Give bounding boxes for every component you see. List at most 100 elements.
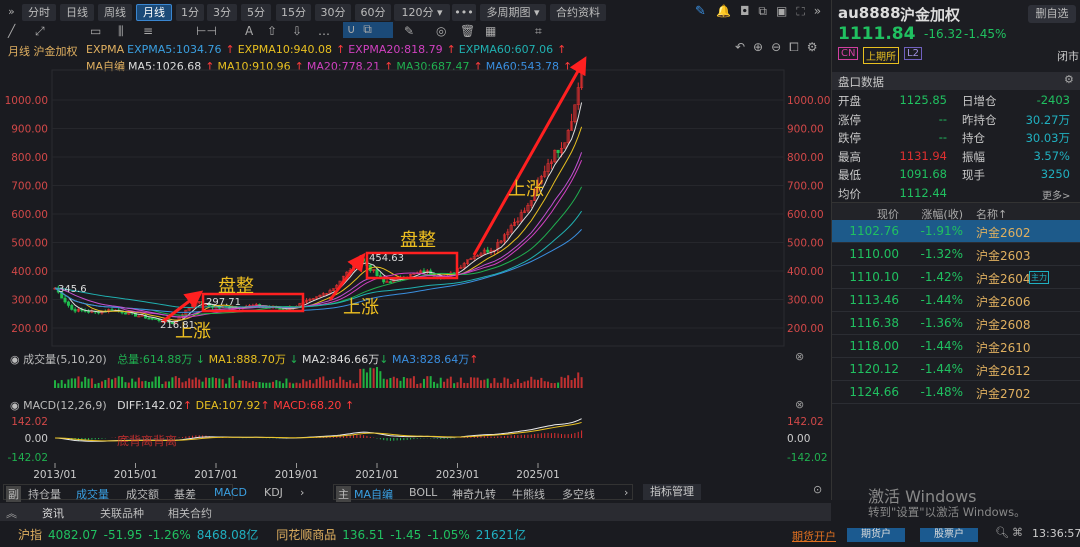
close-volume-icon[interactable]: ⊗ — [795, 350, 804, 363]
info-tab[interactable]: 相关合约 — [168, 505, 212, 521]
macd-y-label-left: 142.02 — [11, 416, 48, 428]
volume-bar — [154, 376, 157, 388]
price-change: -16.32 — [924, 27, 963, 41]
candle — [73, 309, 77, 312]
settings-icon[interactable]: ⚙ — [1064, 73, 1074, 86]
candle — [87, 311, 91, 313]
ma-line — [54, 102, 583, 323]
volume-bar — [285, 378, 288, 388]
volume-bar — [376, 367, 378, 388]
annotation-label: 上涨 — [343, 297, 379, 318]
volume-bar — [359, 368, 362, 388]
indicator-tab[interactable]: › — [300, 486, 304, 499]
location-icon[interactable]: ⊙ — [813, 483, 822, 496]
ma-line — [54, 210, 583, 308]
volume-bar — [506, 378, 509, 388]
info-tab[interactable]: 资讯 — [42, 505, 64, 521]
volume-bar — [399, 380, 402, 388]
info-tab[interactable]: 关联品种 — [100, 505, 144, 521]
volume-bar — [469, 377, 472, 388]
y-label-right: 900.00 — [787, 124, 824, 136]
more-link[interactable]: 更多> — [1042, 187, 1070, 202]
indicator-tab[interactable]: › — [624, 486, 628, 499]
x-label: 2017/01 — [194, 469, 238, 481]
y-label-right: 500.00 — [787, 238, 824, 250]
volume-bar — [349, 380, 352, 388]
volume-bar — [543, 381, 546, 388]
collapse-icon[interactable]: ︽ — [6, 505, 17, 521]
volume-bar — [493, 378, 496, 388]
volume-bar — [90, 378, 93, 388]
volume-bar — [117, 376, 120, 388]
volume-bar — [67, 379, 70, 388]
contract-row[interactable]: 1118.00 -1.44% 沪金2610 — [832, 335, 1080, 358]
close-macd-icon[interactable]: ⊗ — [795, 398, 804, 411]
volume-bar — [483, 379, 486, 388]
indicator-tab[interactable]: 成交额 — [126, 486, 159, 502]
volume-bar — [208, 377, 211, 388]
search-icon[interactable]: 🔍︎ — [995, 526, 1009, 539]
volume-bar — [530, 376, 533, 388]
indicator-tab[interactable]: MACD — [214, 486, 247, 499]
indicator-tab[interactable]: 神奇九转 — [452, 486, 496, 502]
volume-bar — [436, 383, 439, 388]
last-price: 1111.84 — [838, 24, 916, 44]
y-label-left: 200.00 — [11, 323, 48, 335]
y-label-right: 400.00 — [787, 266, 824, 278]
indicator-tab[interactable]: 成交量 — [76, 486, 109, 502]
quote-value: -2403 — [1036, 93, 1070, 107]
volume-bar — [318, 377, 321, 388]
volume-bar — [100, 381, 103, 388]
quote-label: 开盘 — [838, 94, 861, 108]
volume-bar — [476, 377, 479, 388]
volume-bar — [161, 383, 164, 388]
volume-bar — [463, 382, 466, 388]
contract-price: 1124.66 — [849, 385, 899, 399]
price-chart[interactable]: 1000.00 1000.00 900.00 900.00 800.00 800.00 70… — [0, 0, 830, 485]
contract-row[interactable]: 1124.66 -1.48% 沪金2702 — [832, 381, 1080, 404]
volume-bar — [225, 383, 228, 388]
contract-name: 沪金2604 — [976, 272, 1031, 286]
candle — [150, 317, 154, 320]
volume-bar — [184, 381, 187, 388]
futures-account-button[interactable]: 期货户 — [847, 528, 905, 542]
tag-cn: CN — [838, 47, 859, 60]
volume-bar — [137, 377, 140, 388]
macd-y-label-right: 0.00 — [787, 433, 810, 445]
ma-line — [54, 126, 583, 321]
contract-row[interactable]: 1116.38 -1.36% 沪金2608 — [832, 312, 1080, 335]
stock-account-button[interactable]: 股票户 — [920, 528, 978, 542]
volume-bar — [265, 382, 268, 388]
volume-bar — [332, 378, 335, 388]
contract-row[interactable]: 1120.12 -1.44% 沪金2612 — [832, 358, 1080, 381]
tag-l2: L2 — [904, 47, 922, 60]
indicator-manage-button[interactable]: 指标管理 — [643, 484, 701, 500]
volume-bar — [80, 381, 83, 388]
indicator-tab[interactable]: 基差 — [174, 486, 196, 502]
candle — [63, 297, 67, 303]
contract-row[interactable]: 1110.00 -1.32% 沪金2603 — [832, 243, 1080, 266]
remove-watchlist-button[interactable]: 删自选 — [1028, 5, 1076, 23]
volume-bar — [248, 382, 251, 388]
contract-row[interactable]: 1113.46 -1.44% 沪金2606 — [832, 289, 1080, 312]
volume-bar — [64, 383, 67, 388]
contract-price: 1113.46 — [849, 293, 899, 307]
indicator-tab[interactable]: 多空线 — [562, 486, 595, 502]
volume-bar — [315, 379, 318, 388]
main-contract-badge: 主力 — [1029, 271, 1049, 284]
indicator-tab[interactable]: BOLL — [409, 486, 437, 499]
volume-bar — [94, 383, 97, 388]
contract-row[interactable]: 1102.76 -1.91% 沪金2602 — [832, 220, 1080, 243]
candle — [147, 317, 151, 320]
x-label: 2013/01 — [33, 469, 77, 481]
indicator-tab[interactable]: KDJ — [264, 486, 283, 499]
volume-bar — [479, 380, 482, 388]
indicator-tab[interactable]: 持仓量 — [28, 486, 61, 502]
contract-row[interactable]: 1110.10 -1.42% 沪金2604 主力 — [832, 266, 1080, 289]
indicator-tab[interactable]: 牛熊线 — [512, 486, 545, 502]
down-arrow-icon: ⬇ — [905, 24, 918, 42]
volume-bar — [211, 377, 214, 388]
volume-bar — [335, 382, 338, 388]
open-account-link[interactable]: 期货开户 — [792, 528, 836, 544]
indicator-tab[interactable]: MA自编 — [354, 486, 393, 502]
